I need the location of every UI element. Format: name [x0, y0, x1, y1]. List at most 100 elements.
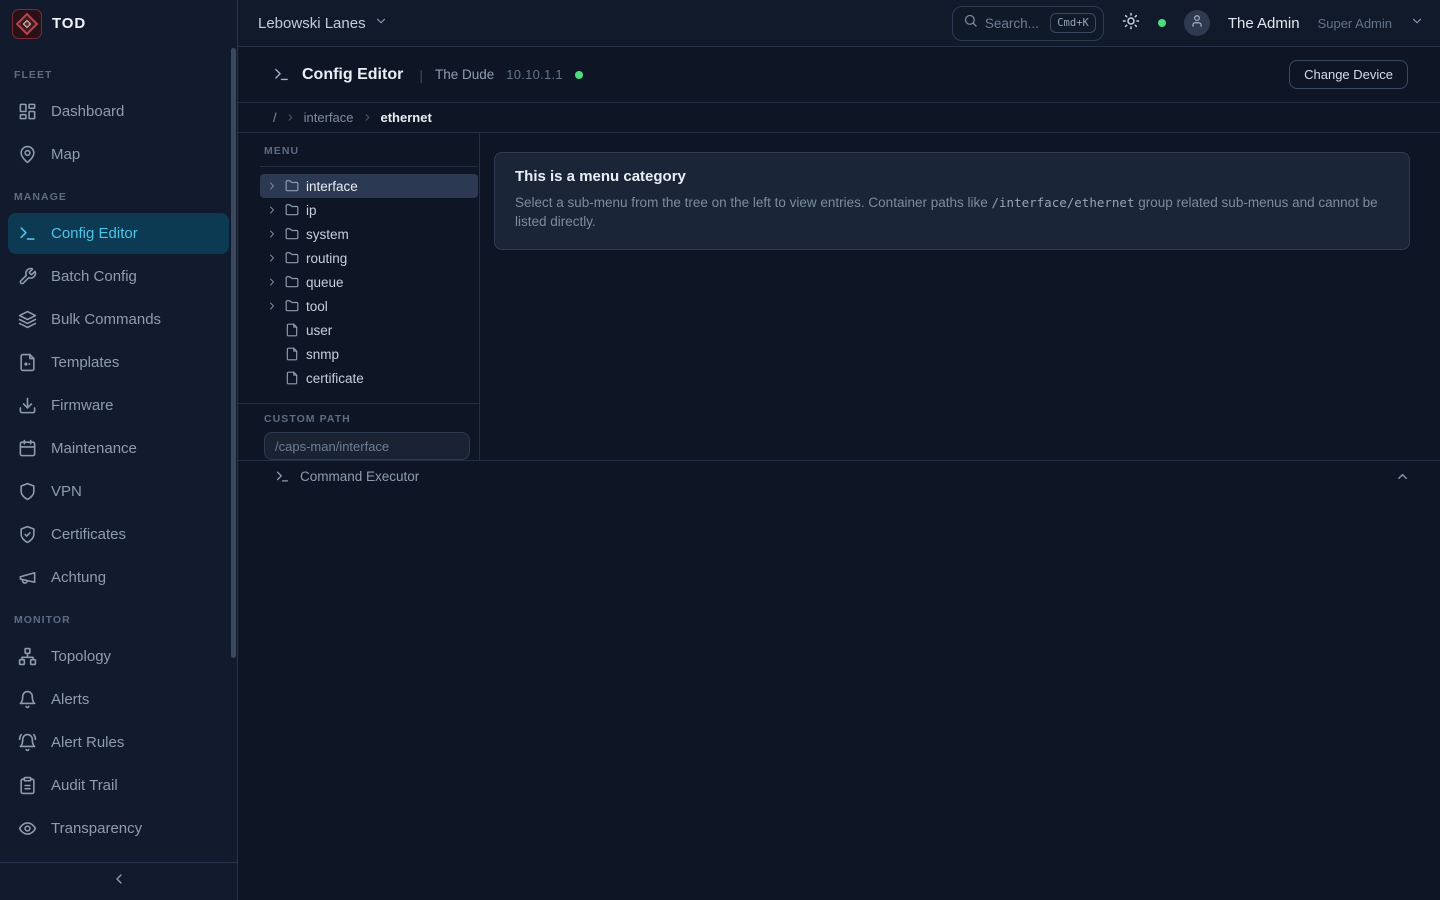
card-text-before: Select a sub-menu from the tree on the l…: [515, 195, 992, 210]
sidebar-item-label: Alert Rules: [51, 734, 124, 751]
tree-item-interface[interactable]: interface: [260, 174, 478, 198]
sidebar-item-label: Audit Trail: [51, 777, 118, 794]
tree-item-snmp[interactable]: snmp: [260, 342, 478, 366]
sidebar-item-alert-rules[interactable]: Alert Rules: [8, 722, 229, 763]
folder-icon: [285, 299, 299, 313]
sidebar-item-label: Firmware: [51, 397, 114, 414]
file-icon: [285, 323, 299, 337]
layers-icon: [18, 310, 37, 329]
device-online-dot: [575, 71, 583, 79]
sidebar-item-topology[interactable]: Topology: [8, 636, 229, 677]
sidebar-item-label: Dashboard: [51, 103, 124, 120]
content-pane: This is a menu category Select a sub-men…: [480, 133, 1440, 460]
page-header: Config Editor | The Dude 10.10.1.1 Chang…: [238, 47, 1440, 103]
custom-path-section: CUSTOM PATH: [238, 403, 479, 460]
sidebar-item-label: Topology: [51, 648, 111, 665]
custom-path-label: CUSTOM PATH: [264, 413, 470, 425]
user-icon: [1190, 14, 1204, 33]
custom-path-input[interactable]: [264, 432, 470, 460]
sidebar-collapse-button[interactable]: [0, 862, 237, 900]
main-content: Config Editor | The Dude 10.10.1.1 Chang…: [238, 47, 1440, 900]
tree-item-user[interactable]: user: [260, 318, 478, 342]
search-box[interactable]: Cmd+K: [952, 6, 1104, 41]
status-dot: [1158, 19, 1166, 27]
chevron-right-icon: [266, 228, 278, 240]
chevron-right-icon: [285, 112, 296, 123]
topbar-right: Cmd+K The Admin Super Admin: [952, 6, 1424, 41]
chevron-left-icon: [111, 871, 127, 892]
tree-item-tool[interactable]: tool: [260, 294, 478, 318]
sidebar-item-dashboard[interactable]: Dashboard: [8, 91, 229, 132]
user-menu-chevron[interactable]: [1410, 14, 1424, 33]
sidebar-item-achtung[interactable]: Achtung: [8, 557, 229, 598]
sidebar-item-bulk-commands[interactable]: Bulk Commands: [8, 299, 229, 340]
sidebar-item-map[interactable]: Map: [8, 134, 229, 175]
sidebar-item-audit-trail[interactable]: Audit Trail: [8, 765, 229, 806]
clipboard-list-icon: [18, 776, 37, 795]
device-ip: 10.10.1.1: [506, 67, 563, 82]
tree-item-label: user: [306, 323, 332, 338]
sidebar-item-batch-config[interactable]: Batch Config: [8, 256, 229, 297]
search-input[interactable]: [985, 16, 1043, 31]
sidebar-scrollbar[interactable]: [231, 48, 236, 658]
user-name: The Admin: [1228, 15, 1300, 32]
folder-icon: [285, 275, 299, 289]
command-executor-toggle[interactable]: Command Executor: [238, 460, 1440, 492]
file-icon: [285, 371, 299, 385]
tree-item-ip[interactable]: ip: [260, 198, 478, 222]
sidebar-item-transparency[interactable]: Transparency: [8, 808, 229, 849]
tree-item-routing[interactable]: routing: [260, 246, 478, 270]
search-icon: [963, 13, 978, 33]
megaphone-icon: [18, 568, 37, 587]
sidebar-item-label: Alerts: [51, 691, 89, 708]
device-name: The Dude: [435, 67, 494, 82]
sidebar-section-label: FLEET: [8, 55, 229, 89]
tree-item-system[interactable]: system: [260, 222, 478, 246]
sidebar-item-label: Transparency: [51, 820, 142, 837]
tree-item-certificate[interactable]: certificate: [260, 366, 478, 390]
sidebar-item-label: Map: [51, 146, 80, 163]
sidebar-item-templates[interactable]: Templates: [8, 342, 229, 383]
sidebar-item-config-editor[interactable]: Config Editor: [8, 213, 229, 254]
theme-toggle-button[interactable]: [1122, 12, 1140, 35]
shield-check-icon: [18, 525, 37, 544]
chevron-right-icon: [266, 180, 278, 192]
sidebar-section-label: MANAGE: [8, 177, 229, 211]
sidebar-item-alerts[interactable]: Alerts: [8, 679, 229, 720]
map-pin-icon: [18, 145, 37, 164]
sidebar: TOD FLEETDashboardMapMANAGEConfig Editor…: [0, 0, 238, 900]
tree-item-queue[interactable]: queue: [260, 270, 478, 294]
sidebar-item-label: Templates: [51, 354, 119, 371]
chevron-right-icon: [266, 252, 278, 264]
tree-item-label: ip: [306, 203, 317, 218]
chevron-up-icon: [1395, 469, 1410, 484]
avatar[interactable]: [1184, 10, 1210, 36]
sidebar-item-firmware[interactable]: Firmware: [8, 385, 229, 426]
content-row: MENU interfaceipsystemroutingqueuetoolus…: [238, 133, 1440, 460]
tree-item-label: certificate: [306, 371, 364, 386]
breadcrumb: / interface ethernet: [238, 103, 1440, 133]
sidebar-item-maintenance[interactable]: Maintenance: [8, 428, 229, 469]
change-device-button[interactable]: Change Device: [1289, 60, 1408, 89]
folder-icon: [285, 179, 299, 193]
sidebar-item-certificates[interactable]: Certificates: [8, 514, 229, 555]
sidebar-item-label: Maintenance: [51, 440, 137, 457]
terminal-icon: [273, 66, 290, 83]
chevron-down-icon: [1410, 14, 1424, 33]
chevron-down-icon: [374, 14, 388, 32]
chevron-right-icon: [266, 300, 278, 312]
breadcrumb-item-interface[interactable]: interface: [304, 110, 354, 125]
terminal-icon: [275, 469, 290, 484]
org-selector[interactable]: Lebowski Lanes: [258, 14, 388, 32]
dashboard-icon: [18, 102, 37, 121]
breadcrumb-item-ethernet: ethernet: [381, 110, 432, 125]
bell-ring-icon: [18, 733, 37, 752]
menu-tree: interface ip systemrouting queue tool user snm…: [238, 167, 479, 403]
card-description: Select a sub-menu from the tree on the l…: [515, 194, 1389, 232]
sidebar-section-label: MONITOR: [8, 600, 229, 634]
breadcrumb-item--[interactable]: /: [273, 110, 277, 125]
search-shortcut-badge: Cmd+K: [1050, 13, 1096, 33]
tree-item-label: queue: [306, 275, 344, 290]
sidebar-item-vpn[interactable]: VPN: [8, 471, 229, 512]
terminal-icon: [18, 224, 37, 243]
